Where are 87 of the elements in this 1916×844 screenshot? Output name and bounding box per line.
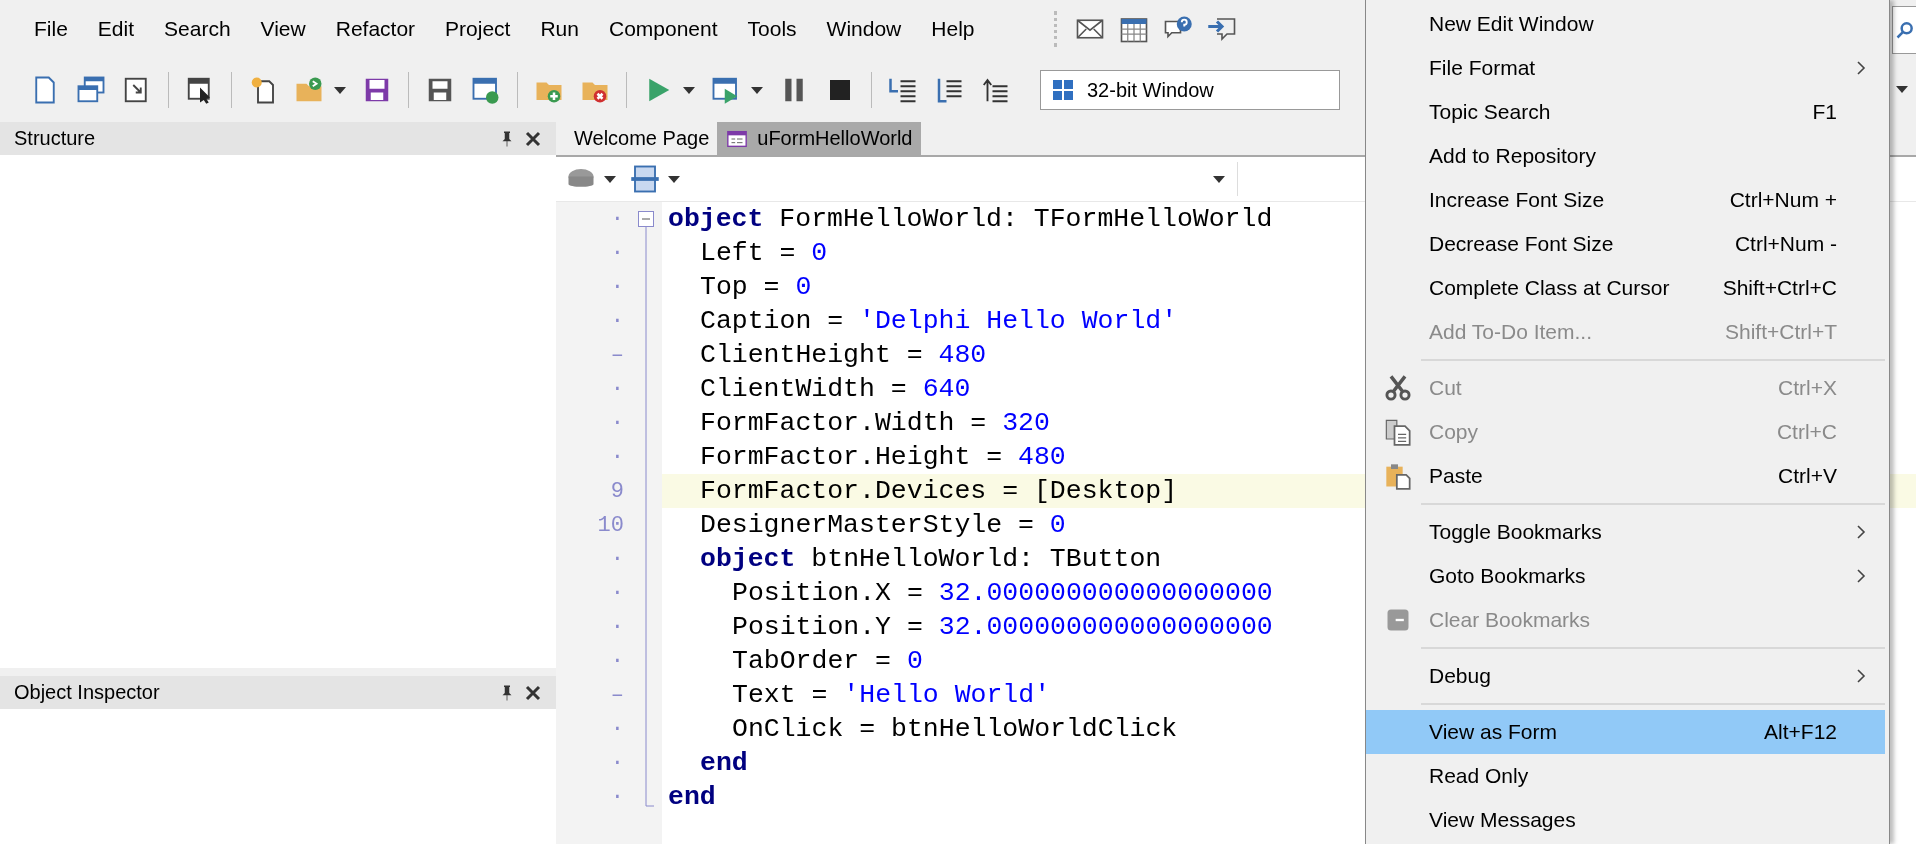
- code-line: Position.Y = 32.000000000000000000: [732, 612, 1273, 642]
- line-number: ·: [609, 579, 625, 608]
- line-number: ·: [609, 205, 625, 234]
- menu-entry[interactable]: Goto Bookmarks: [1366, 554, 1885, 598]
- code-line: ClientWidth = 640: [700, 374, 971, 404]
- panel-title: Object Inspector: [14, 681, 161, 704]
- code-line: Text = 'Hello World': [732, 680, 1051, 710]
- editor-tab[interactable]: uFormHelloWorld: [717, 122, 921, 155]
- windows-logo-icon[interactable]: [1051, 78, 1075, 102]
- document-layout-icon[interactable]: [630, 164, 660, 194]
- toolbar-caret-icon[interactable]: [1896, 86, 1908, 93]
- menu-entry[interactable]: View Messages: [1366, 798, 1885, 842]
- window-refresh-icon[interactable]: [471, 75, 501, 105]
- menu-item[interactable]: View: [260, 15, 306, 43]
- menu-item[interactable]: Refactor: [335, 15, 416, 43]
- search-button[interactable]: [1892, 6, 1916, 54]
- open-caret-icon[interactable]: [334, 86, 346, 94]
- line-number: ·: [609, 443, 625, 472]
- menu-item[interactable]: Window: [826, 15, 902, 43]
- menu-entry[interactable]: Toggle Bookmarks: [1366, 510, 1885, 554]
- paste-icon[interactable]: [1383, 462, 1412, 490]
- component-caret-icon[interactable]: [604, 175, 616, 183]
- code-line: FormFactor.Width = 320: [700, 408, 1050, 438]
- menu-entry[interactable]: Read Only: [1366, 754, 1885, 798]
- menu-entry[interactable]: Debug: [1366, 654, 1885, 698]
- editor-tab[interactable]: Welcome Page: [566, 122, 718, 155]
- line-number: 10: [596, 511, 625, 540]
- menu-item[interactable]: Tools: [747, 15, 797, 43]
- platform-dropdown[interactable]: 32-bit Window: [1040, 70, 1340, 110]
- menu-entry[interactable]: New Edit Window: [1366, 2, 1885, 46]
- line-number: ·: [609, 545, 625, 574]
- code-line: TabOrder = 0: [732, 646, 923, 676]
- menu-entry[interactable]: Decrease Font Size Ctrl+Num -: [1366, 222, 1885, 266]
- line-number: ·: [609, 715, 625, 744]
- line-number: –: [609, 341, 625, 370]
- code-line: Position.X = 32.000000000000000000: [732, 578, 1273, 608]
- chevron-right-icon: [1856, 524, 1866, 540]
- code-line: DesignerMasterStyle = 0: [700, 510, 1066, 540]
- layout-caret-icon[interactable]: [668, 175, 680, 183]
- line-number: 9: [609, 477, 625, 506]
- code-line: end: [700, 748, 748, 778]
- line-number: ·: [609, 749, 625, 778]
- code-line: OnClick = btnHelloWorldClick: [732, 714, 1178, 744]
- menu-item[interactable]: Run: [540, 15, 579, 43]
- code-line: Left = 0: [700, 238, 828, 268]
- menu-item[interactable]: Edit: [97, 15, 135, 43]
- code-line: end: [668, 782, 716, 812]
- line-number: ·: [609, 375, 625, 404]
- dropdown-caret-icon[interactable]: [1213, 175, 1225, 183]
- menu-item[interactable]: File: [34, 15, 68, 43]
- menu-entry[interactable]: Paste Ctrl+V: [1366, 454, 1885, 498]
- run-window-caret-icon[interactable]: [751, 86, 763, 94]
- step-out-icon[interactable]: [980, 75, 1010, 105]
- menu-item[interactable]: Component: [609, 15, 718, 43]
- menu-item[interactable]: Search: [164, 15, 231, 43]
- menu-entry[interactable]: Topic Search F1: [1366, 90, 1885, 134]
- line-number: ·: [609, 613, 625, 642]
- search-icon[interactable]: [1894, 20, 1915, 40]
- menu-entry[interactable]: Increase Font Size Ctrl+Num +: [1366, 178, 1885, 222]
- line-number: ·: [609, 307, 625, 336]
- run-caret-icon[interactable]: [683, 86, 695, 94]
- chevron-right-icon: [1856, 60, 1866, 76]
- line-number: –: [609, 681, 625, 710]
- panel-title: Structure: [14, 127, 97, 150]
- line-number: ·: [609, 783, 625, 812]
- code-line: object FormHelloWorld: TFormHelloWorld: [668, 204, 1273, 234]
- close-icon[interactable]: [524, 129, 542, 148]
- chevron-right-icon: [1856, 668, 1866, 684]
- close-icon[interactable]: [524, 683, 542, 702]
- menu-item[interactable]: Help: [931, 15, 975, 43]
- menu-entry[interactable]: Add to Repository: [1366, 134, 1885, 178]
- code-line: Caption = 'Delphi Hello World': [700, 306, 1178, 336]
- code-line: ClientHeight = 480: [700, 340, 987, 370]
- code-line: FormFactor.Height = 480: [700, 442, 1066, 472]
- code-line: Top = 0: [700, 272, 812, 302]
- menu-entry[interactable]: View as Form Alt+F12: [1366, 710, 1885, 754]
- menu-item[interactable]: Project: [445, 15, 511, 43]
- code-line: object btnHelloWorld: TButton: [700, 544, 1162, 574]
- menu-entry[interactable]: Complete Class at Cursor Shift+Ctrl+C: [1366, 266, 1885, 310]
- code-line: FormFactor.Devices = [Desktop]: [700, 476, 1178, 506]
- line-number: ·: [609, 647, 625, 676]
- line-number: ·: [609, 239, 625, 268]
- line-number: ·: [609, 409, 625, 438]
- menu-entry[interactable]: File Format: [1366, 46, 1885, 90]
- chevron-right-icon: [1856, 568, 1866, 584]
- line-number: ·: [609, 273, 625, 302]
- windows-icon[interactable]: [76, 75, 106, 105]
